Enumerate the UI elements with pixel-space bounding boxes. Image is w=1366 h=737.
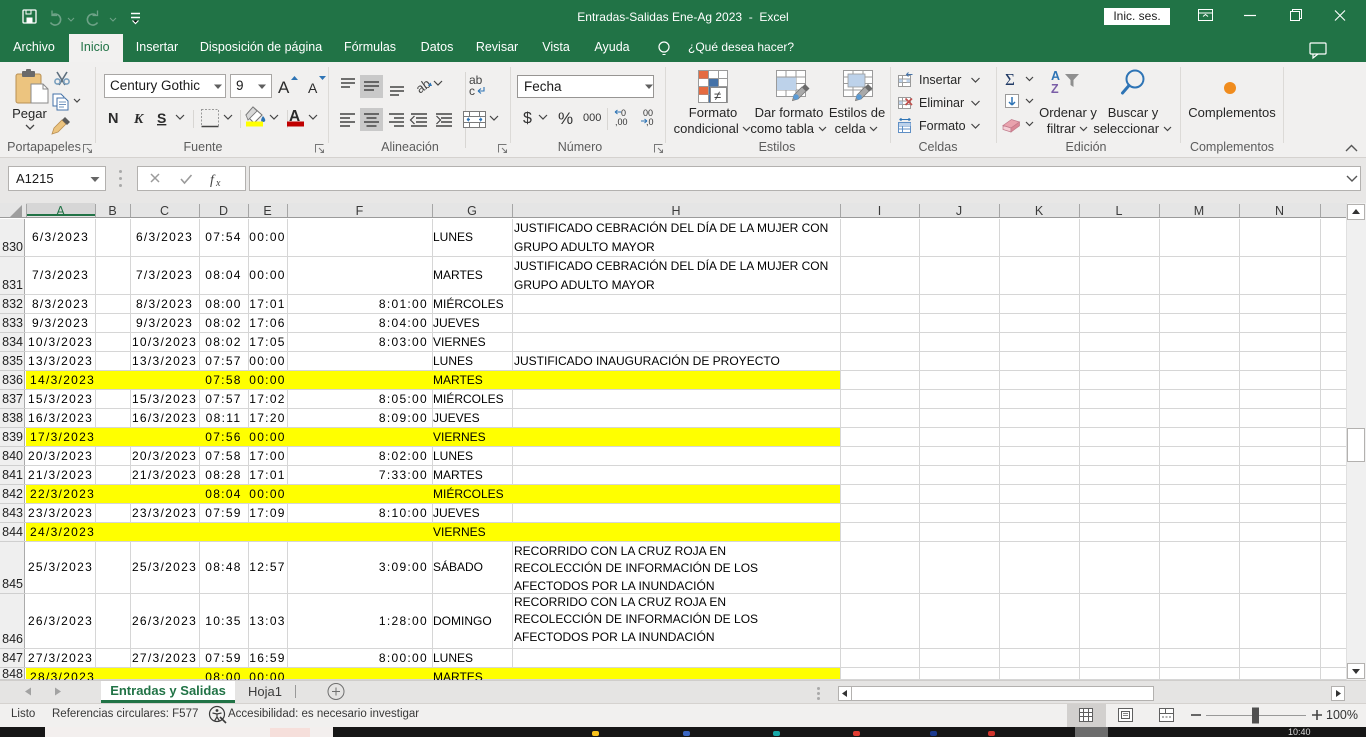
svg-text:c: c (469, 84, 475, 98)
svg-text:K: K (133, 112, 145, 127)
svg-text:A: A (278, 78, 290, 97)
svg-text:ab: ab (413, 76, 433, 97)
svg-text:N: N (108, 111, 118, 127)
svg-text:A: A (1051, 69, 1060, 83)
svg-text:S: S (157, 110, 166, 126)
svg-text:A: A (308, 80, 318, 96)
svg-text:x: x (215, 178, 221, 189)
svg-text:Σ: Σ (1005, 70, 1015, 89)
svg-text:,00: ,00 (615, 117, 628, 127)
svg-text:%: % (558, 109, 573, 128)
svg-text:≠: ≠ (714, 88, 721, 103)
svg-text:000: 000 (583, 112, 601, 124)
svg-text:$: $ (523, 110, 532, 127)
svg-text:Z: Z (1051, 82, 1059, 96)
